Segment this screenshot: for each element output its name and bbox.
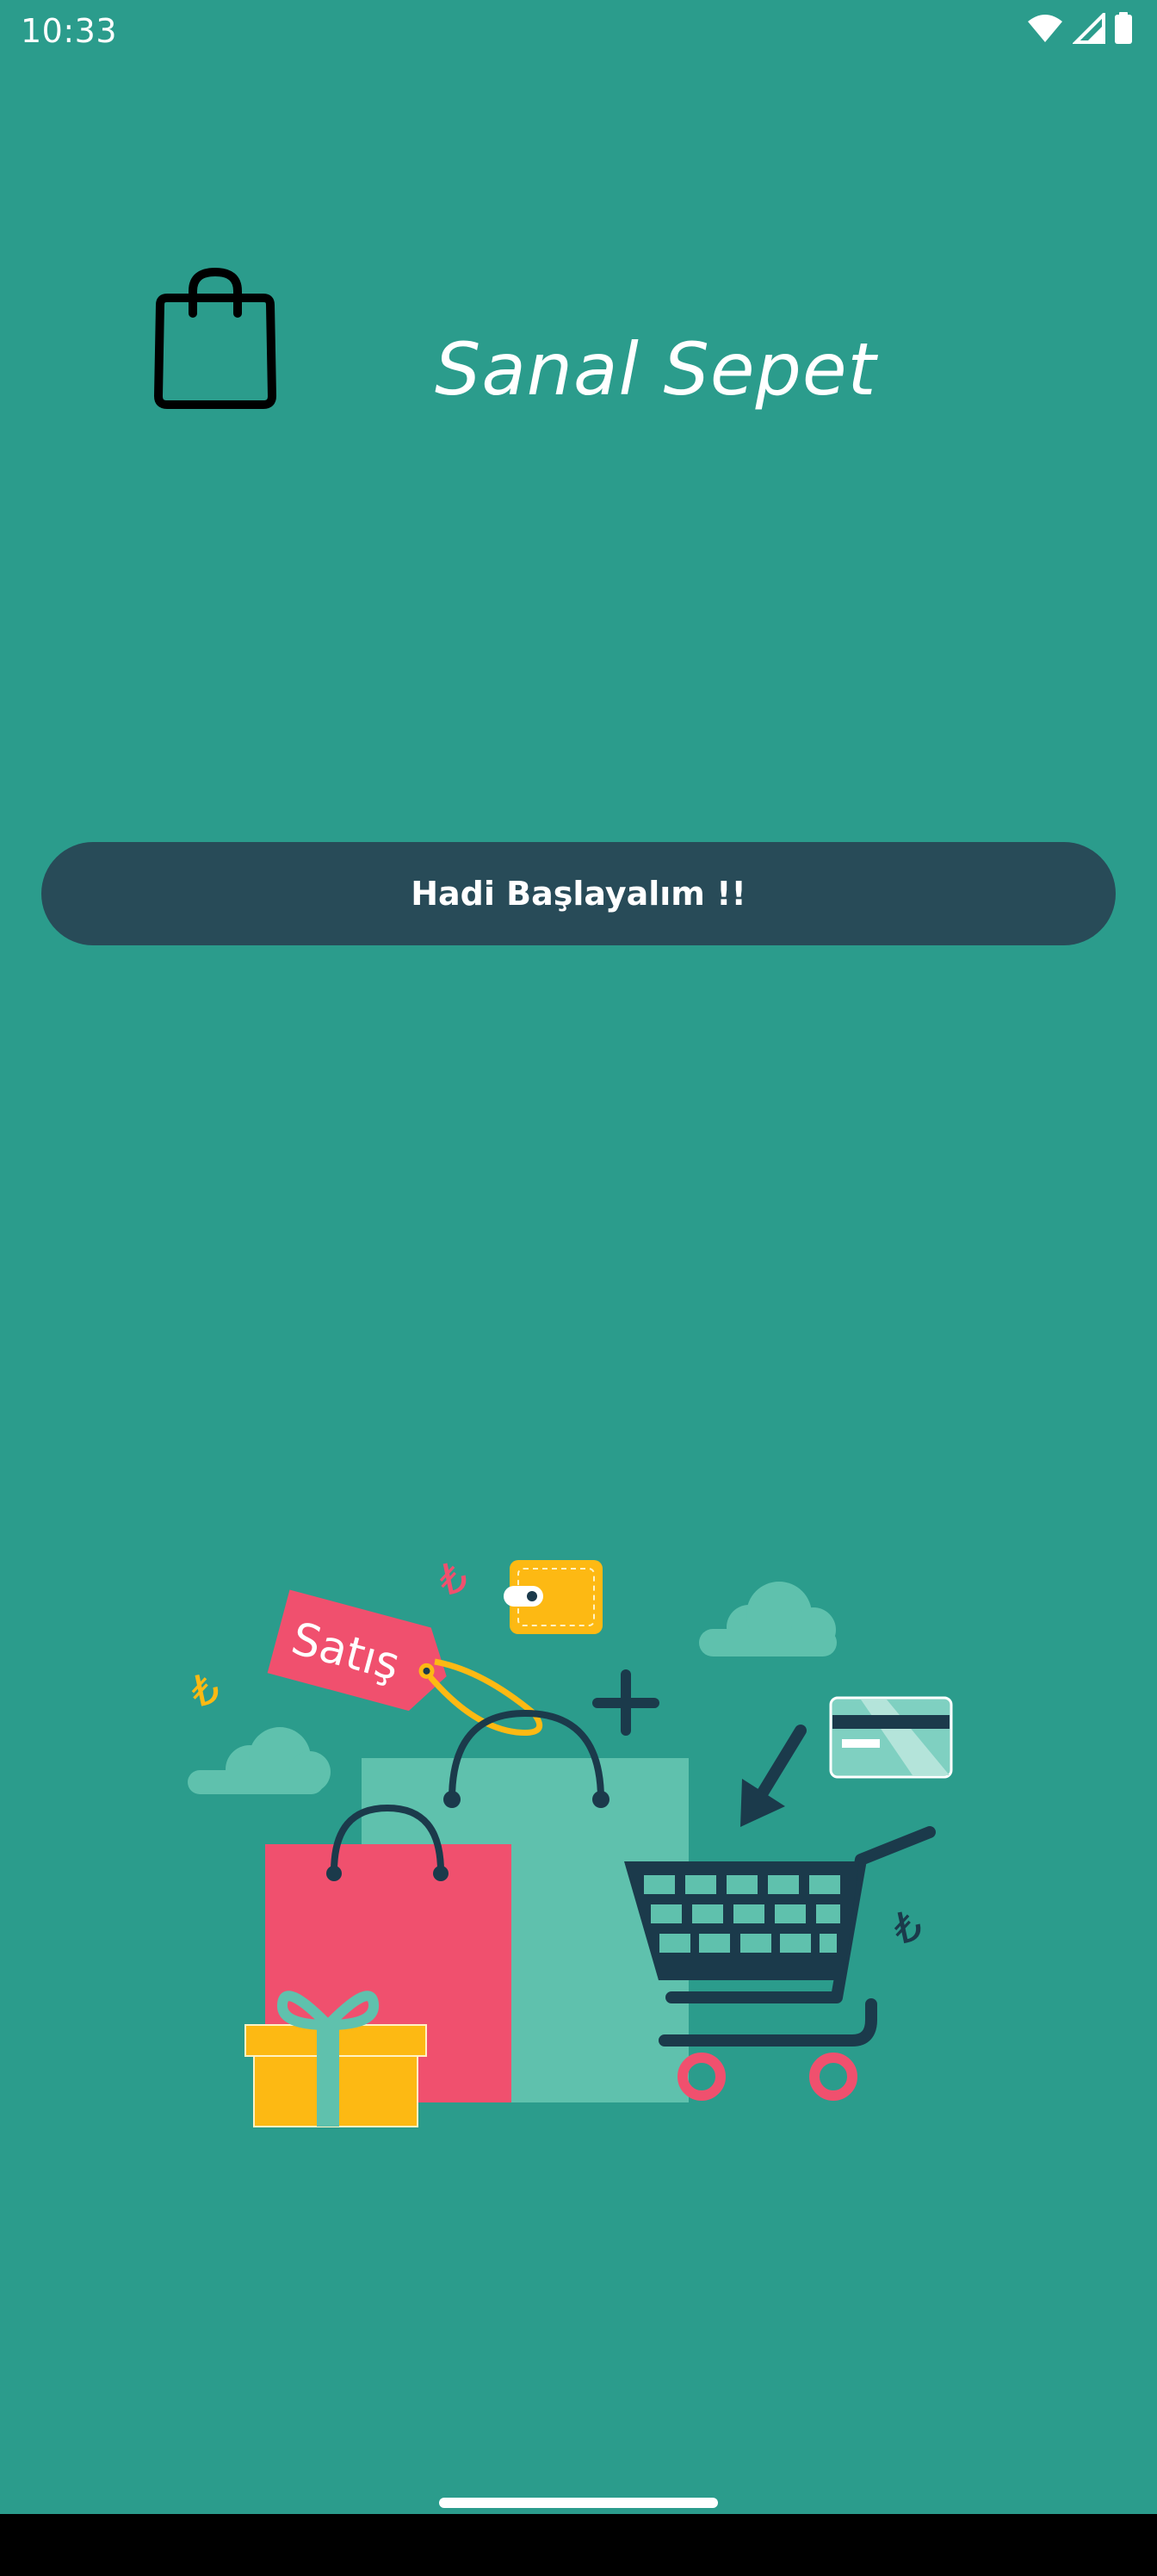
app-title: Sanal Sepet (435, 327, 877, 412)
status-time: 10:33 (21, 12, 118, 50)
shopping-bag-icon (154, 267, 276, 409)
home-gesture-handle[interactable] (439, 2498, 718, 2508)
wifi-icon (1028, 15, 1062, 42)
status-bar: 10:33 (0, 0, 1157, 62)
navigation-bar (0, 2514, 1157, 2576)
credit-card-icon (829, 1696, 953, 1779)
currency-symbol: ₺ (187, 1663, 224, 1718)
wallet-icon (504, 1560, 603, 1634)
signal-icon (1073, 13, 1105, 44)
currency-symbol: ₺ (889, 1900, 926, 1954)
currency-symbol: ₺ (435, 1551, 472, 1606)
battery-icon (1115, 12, 1132, 44)
status-icons (1026, 12, 1133, 45)
arrow-down-icon (740, 1725, 807, 1827)
start-button[interactable]: Hadi Başlayalım !! (41, 842, 1116, 945)
cloud-icon (188, 1727, 331, 1794)
sale-tag: Satış (267, 1589, 447, 1712)
shopping-illustration: ₺ ₺ ₺ Satış (187, 1551, 953, 2127)
plus-icon (592, 1669, 659, 1736)
cloud-icon (699, 1582, 837, 1656)
